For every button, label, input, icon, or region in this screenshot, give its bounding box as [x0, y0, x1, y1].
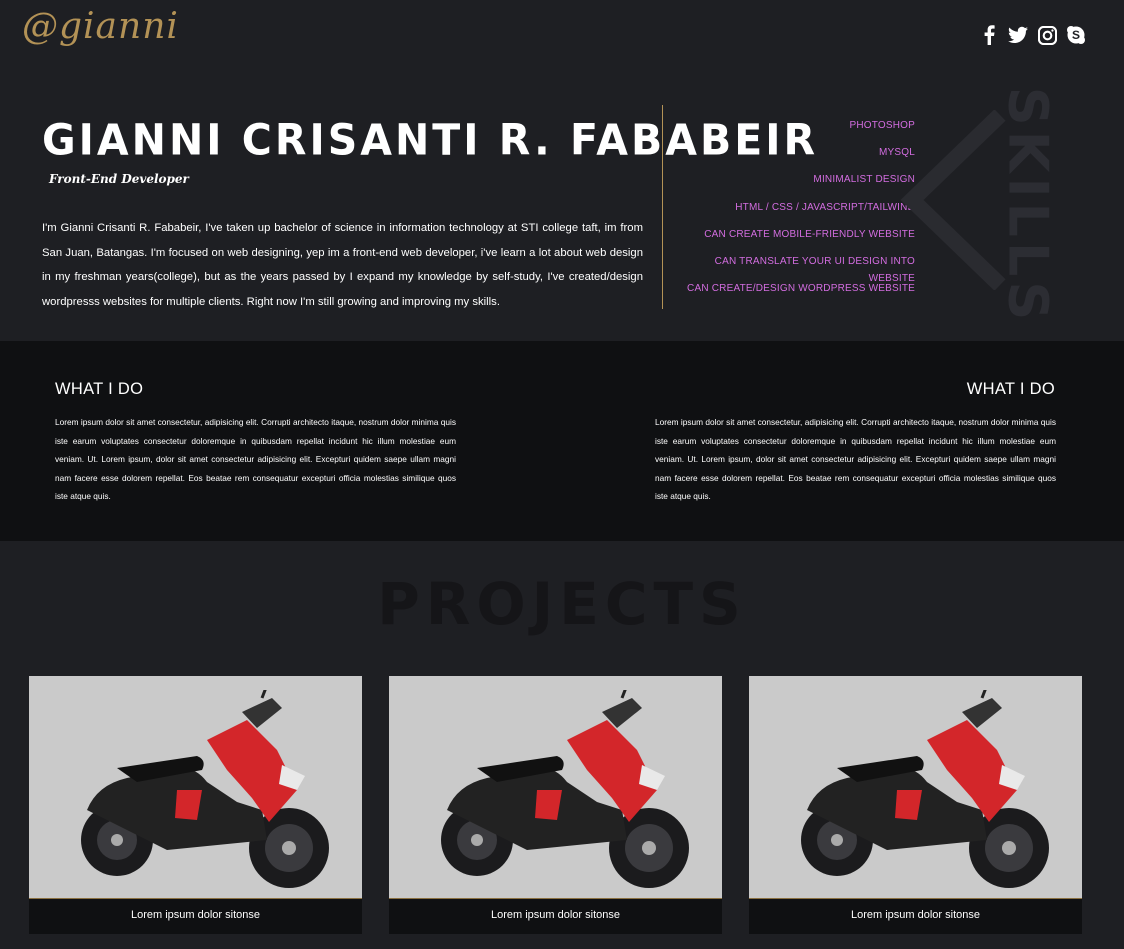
- project-card[interactable]: Lorem ipsum dolor sitonse: [29, 676, 362, 934]
- skill-item: MINIMALIST DESIGN: [813, 174, 915, 186]
- hero-divider: [662, 105, 663, 309]
- twitter-icon[interactable]: [1008, 24, 1028, 46]
- skill-item: CAN CREATE/DESIGN WORDPRESS WEBSITE: [687, 283, 915, 295]
- project-card[interactable]: Lorem ipsum dolor sitonse: [749, 676, 1082, 934]
- skills-heading: SKILLS: [996, 86, 1060, 326]
- role-subtitle: Front-End Developer: [49, 172, 189, 186]
- facebook-icon[interactable]: [979, 24, 999, 46]
- services-title-left: WHAT I DO: [55, 380, 144, 398]
- project-image[interactable]: [749, 676, 1082, 898]
- services-section: WHAT I DO Lorem ipsum dolor sit amet con…: [0, 341, 1124, 541]
- project-caption: Lorem ipsum dolor sitonse: [490, 909, 620, 921]
- skill-item: PHOTOSHOP: [849, 120, 915, 131]
- services-text-right: Lorem ipsum dolor sit amet consectetur, …: [655, 417, 1056, 501]
- site-header: @gianni: [0, 0, 1124, 80]
- scooter-image: [81, 690, 329, 888]
- skill-item: CAN CREATE MOBILE-FRIENDLY WEBSITE: [704, 228, 915, 240]
- project-image[interactable]: [389, 676, 722, 898]
- project-caption: Lorem ipsum dolor sitonse: [850, 909, 980, 921]
- scooter-image: [801, 690, 1049, 888]
- hero-section: GIANNI CRISANTI R. FABABEIR Front-End De…: [0, 80, 1124, 341]
- bio-paragraph: I'm Gianni Crisanti R. Fababeir, I've ta…: [42, 222, 643, 308]
- skill-item: MYSQL: [878, 147, 915, 159]
- services-title-right: WHAT I DO: [966, 380, 1055, 398]
- project-card[interactable]: Lorem ipsum dolor sitonse: [389, 676, 722, 934]
- instagram-icon[interactable]: [1037, 24, 1057, 46]
- project-caption: Lorem ipsum dolor sitonse: [130, 909, 260, 921]
- skill-item: HTML / CSS / JAVASCRIPT/TAILWIND: [735, 201, 915, 213]
- skype-icon[interactable]: [1066, 24, 1086, 46]
- logo[interactable]: @gianni: [22, 6, 179, 47]
- projects-heading: PROJECTS: [377, 570, 747, 638]
- skill-item: CAN TRANSLATE YOUR UI DESIGN INTO WEBSIT…: [714, 255, 915, 284]
- project-image[interactable]: [29, 676, 362, 898]
- chevron-decor-icon: [900, 110, 1006, 290]
- skills-list: PHOTOSHOP MYSQL MINIMALIST DESIGN HTML /…: [676, 117, 915, 307]
- social-links: [979, 24, 1086, 46]
- scooter-image: [441, 690, 689, 888]
- services-text-left: Lorem ipsum dolor sit amet consectetur, …: [55, 417, 456, 501]
